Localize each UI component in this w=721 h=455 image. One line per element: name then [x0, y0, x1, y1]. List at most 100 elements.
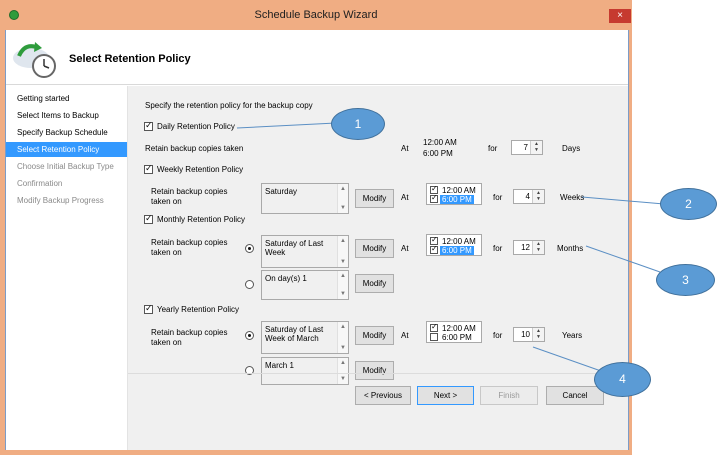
nav-item-retention-policy[interactable]: Select Retention Policy	[6, 142, 127, 157]
nav-item-getting-started[interactable]: Getting started	[6, 91, 127, 106]
weekly-label: Weekly Retention Policy	[157, 165, 244, 174]
daily-checkbox[interactable]	[144, 120, 153, 131]
monthly-day-value: On day(s) 1	[265, 274, 307, 283]
wizard-header: Select Retention Policy	[6, 30, 628, 85]
monthly-week-list[interactable]: Saturday of Last Week ▲ ▼	[261, 235, 349, 268]
monthly-count-value: 12	[521, 243, 530, 252]
yearly-modify-button-2[interactable]: Modify	[355, 361, 394, 380]
chevron-down-icon: ▼	[340, 291, 346, 297]
monthly-modify-button-2[interactable]: Modify	[355, 274, 394, 293]
yearly-time-1-checkbox[interactable]	[430, 322, 438, 332]
monthly-weekday-radio[interactable]	[245, 244, 254, 253]
list-scrollbar[interactable]: ▲ ▼	[337, 322, 348, 353]
weekly-time-2: 6:00 PM	[440, 195, 474, 204]
yearly-week-value: Saturday of Last Week of March	[265, 325, 324, 343]
daily-count-value: 7	[523, 143, 528, 152]
monthly-checkbox[interactable]	[144, 213, 153, 224]
monthly-day-list[interactable]: On day(s) 1 ▲ ▼	[261, 270, 349, 300]
yearly-unit: Years	[562, 331, 583, 340]
monthly-for-label: for	[493, 244, 503, 253]
weekly-day-list[interactable]: Saturday ▲ ▼	[261, 183, 349, 214]
next-button[interactable]: Next >	[417, 386, 474, 405]
yearly-time-2: 6:00 PM	[442, 333, 472, 342]
yearly-date-value: March 1	[265, 361, 294, 370]
chevron-down-icon: ▼	[340, 205, 346, 211]
instruction-text: Specify the retention policy for the bac…	[145, 101, 313, 110]
weekly-time-2-checkbox[interactable]	[430, 193, 438, 203]
chevron-down-icon: ▼	[340, 345, 346, 351]
weekly-time-row-2[interactable]: 6:00 PM	[430, 193, 480, 204]
nav-item-initial-backup-type: Choose Initial Backup Type	[17, 162, 114, 171]
weekly-time-1: 12:00 AM	[442, 186, 476, 195]
backup-clock-icon	[13, 42, 56, 78]
footer-divider	[128, 373, 628, 374]
previous-button[interactable]: < Previous	[355, 386, 411, 405]
spin-down-icon[interactable]: ▼	[536, 196, 541, 202]
chevron-up-icon: ▲	[340, 238, 346, 244]
nav-item-modify-progress: Modify Backup Progress	[17, 196, 104, 205]
chevron-up-icon: ▲	[340, 186, 346, 192]
yearly-time-list[interactable]: 12:00 AM 6:00 PM	[426, 321, 482, 343]
chevron-down-icon: ▼	[340, 376, 346, 382]
monthly-day-radio[interactable]	[245, 280, 254, 289]
nav-item-select-items[interactable]: Select Items to Backup	[6, 108, 127, 123]
daily-unit: Days	[562, 144, 581, 153]
list-scrollbar[interactable]: ▲ ▼	[337, 358, 348, 384]
daily-at-label: At	[401, 144, 409, 153]
monthly-count-stepper[interactable]: 12 ▲ ▼	[513, 240, 545, 255]
chevron-up-icon: ▲	[340, 324, 346, 330]
yearly-at-label: At	[401, 331, 409, 340]
close-button[interactable]: ×	[609, 9, 631, 23]
yearly-weekday-radio[interactable]	[245, 331, 254, 340]
monthly-time-2-checkbox[interactable]	[430, 244, 438, 254]
weekly-time-list[interactable]: 12:00 AM 6:00 PM	[426, 183, 482, 205]
list-scrollbar[interactable]: ▲ ▼	[337, 271, 348, 299]
daily-for-label: for	[488, 144, 498, 153]
spin-down-icon[interactable]: ▼	[536, 334, 541, 340]
weekly-count-stepper[interactable]: 4 ▲ ▼	[513, 189, 545, 204]
weekly-day-value: Saturday	[265, 187, 298, 196]
yearly-checkbox[interactable]	[144, 303, 153, 314]
list-scrollbar[interactable]: ▲ ▼	[337, 236, 348, 267]
monthly-modify-button-1[interactable]: Modify	[355, 239, 394, 258]
callout-2: 2	[660, 188, 717, 220]
weekly-modify-button[interactable]: Modify	[355, 189, 394, 208]
retention-content: Specify the retention policy for the bac…	[128, 86, 628, 450]
weekly-at-label: At	[401, 193, 409, 202]
monthly-time-1: 12:00 AM	[442, 237, 476, 246]
yearly-retain-label-1: Retain backup copies	[151, 328, 228, 337]
title-bar: Schedule Backup Wizard ×	[0, 0, 632, 30]
monthly-time-row-2[interactable]: 6:00 PM	[430, 244, 480, 255]
weekly-unit: Weeks	[560, 193, 585, 202]
nav-item-confirmation: Confirmation	[17, 179, 63, 188]
monthly-label: Monthly Retention Policy	[157, 215, 246, 224]
spin-down-icon[interactable]: ▼	[536, 247, 541, 253]
yearly-label: Yearly Retention Policy	[157, 305, 239, 314]
chevron-up-icon: ▲	[340, 360, 346, 366]
callout-3: 3	[656, 264, 715, 296]
yearly-count-value: 10	[521, 330, 530, 339]
monthly-time-list[interactable]: 12:00 AM 6:00 PM	[426, 234, 482, 256]
weekly-checkbox[interactable]	[144, 163, 153, 174]
monthly-retain-label-2: taken on	[151, 248, 182, 257]
yearly-date-list[interactable]: March 1 ▲ ▼	[261, 357, 349, 385]
callout-4: 4	[594, 362, 651, 397]
list-scrollbar[interactable]: ▲ ▼	[337, 184, 348, 213]
yearly-retain-label-2: taken on	[151, 338, 182, 347]
cancel-button[interactable]: Cancel	[546, 386, 604, 405]
finish-button: Finish	[480, 386, 538, 405]
chevron-down-icon: ▼	[340, 259, 346, 265]
daily-count-stepper[interactable]: 7 ▲ ▼	[511, 140, 543, 155]
spin-down-icon[interactable]: ▼	[534, 147, 539, 153]
yearly-time-2-checkbox[interactable]	[430, 333, 438, 341]
monthly-week-value: Saturday of Last Week	[265, 239, 324, 257]
nav-item-backup-schedule[interactable]: Specify Backup Schedule	[6, 125, 127, 140]
daily-time-2: 6:00 PM	[423, 149, 453, 158]
weekly-retain-label-1: Retain backup copies	[151, 187, 228, 196]
monthly-unit: Months	[557, 244, 584, 253]
yearly-week-list[interactable]: Saturday of Last Week of March ▲ ▼	[261, 321, 349, 354]
yearly-time-row-2[interactable]: 6:00 PM	[430, 333, 480, 342]
yearly-modify-button-1[interactable]: Modify	[355, 326, 394, 345]
yearly-count-stepper[interactable]: 10 ▲ ▼	[513, 327, 545, 342]
yearly-time-row-1[interactable]: 12:00 AM	[430, 322, 480, 333]
